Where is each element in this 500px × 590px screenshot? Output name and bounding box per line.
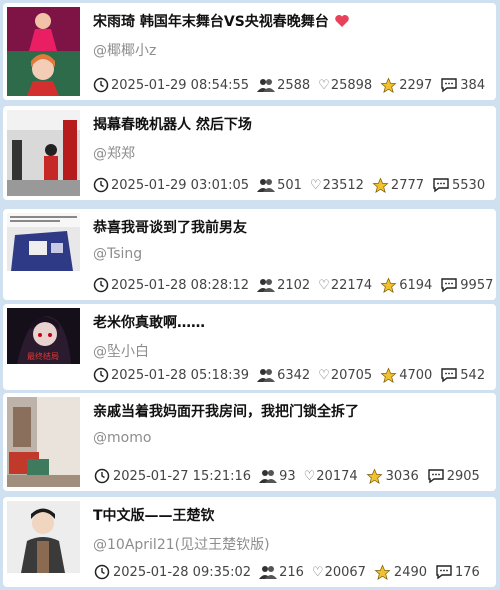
people-icon (257, 366, 276, 384)
heart-icon[interactable]: ♡ (310, 178, 322, 193)
post-date: 2025-01-28 05:18:39 (111, 367, 250, 383)
people-icon (257, 276, 276, 294)
clock-icon (93, 366, 109, 384)
post-meta: 2025-01-27 15:21:16 93 ♡ 20174 3036 2905 (93, 467, 492, 485)
post-author[interactable]: @momo (93, 430, 151, 446)
heart-icon[interactable]: ♡ (318, 278, 330, 293)
comment-icon[interactable] (440, 276, 458, 294)
comment-count: 9957 (460, 277, 494, 293)
heart-icon[interactable]: ♡ (312, 565, 324, 580)
star-count: 6194 (399, 277, 433, 293)
post-date: 2025-01-29 03:01:05 (111, 177, 250, 193)
people-icon (259, 563, 278, 581)
post-meta: 2025-01-28 05:18:39 6342 ♡ 20705 4700 54… (93, 366, 492, 384)
like-count: 20067 (324, 564, 366, 580)
post-card[interactable]: T中文版——王楚钦 @10April21(见过王楚钦版) 2025-01-28 … (3, 497, 496, 587)
heart-badge-icon (334, 14, 350, 32)
view-count: 2102 (277, 277, 311, 293)
view-count: 501 (277, 177, 302, 193)
post-thumbnail[interactable] (7, 110, 80, 196)
post-thumbnail[interactable] (7, 501, 80, 573)
comment-count: 2905 (446, 468, 480, 484)
view-count: 216 (279, 564, 304, 580)
star-count: 2777 (390, 177, 425, 193)
star-count: 4700 (399, 367, 433, 383)
comment-icon[interactable] (435, 563, 453, 581)
post-card[interactable]: 亲戚当着我妈面开我房间，我把门锁全拆了 @momo 2025-01-27 15:… (3, 393, 496, 491)
post-thumbnail[interactable] (7, 7, 80, 96)
star-count: 3036 (385, 468, 419, 484)
post-title[interactable]: 宋雨琦 韩国年末舞台VS央视春晚舞台 (93, 11, 488, 32)
post-date: 2025-01-28 09:35:02 (113, 564, 252, 580)
people-icon (257, 176, 276, 194)
view-count: 93 (279, 468, 296, 484)
post-author[interactable]: @坠小白 (93, 341, 149, 361)
star-icon[interactable] (366, 467, 384, 485)
post-title[interactable]: T中文版——王楚钦 (93, 505, 488, 525)
post-thumbnail[interactable] (7, 397, 80, 487)
star-icon[interactable] (380, 366, 397, 384)
star-icon[interactable] (380, 76, 397, 94)
post-meta: 2025-01-29 08:54:55 2588 ♡ 25898 2297 38… (93, 76, 492, 94)
like-count: 23512 (322, 177, 364, 193)
star-count: 2490 (393, 564, 428, 580)
clock-icon (93, 467, 111, 485)
clock-icon (93, 176, 109, 194)
post-thumbnail[interactable] (7, 213, 80, 271)
star-icon[interactable] (372, 176, 389, 194)
like-count: 20174 (316, 468, 358, 484)
comment-count: 384 (460, 77, 486, 93)
view-count: 2588 (277, 77, 311, 93)
post-title[interactable]: 恭喜我哥谈到了我前男友 (93, 217, 488, 237)
post-meta: 2025-01-29 03:01:05 501 ♡ 23512 2777 553… (93, 176, 492, 194)
comment-count: 542 (460, 367, 486, 383)
post-list: 宋雨琦 韩国年末舞台VS央视春晚舞台 @椰椰小z 2025-01-29 08:5… (0, 0, 500, 590)
comment-count: 176 (455, 564, 480, 580)
post-author[interactable]: @10April21(见过王楚钦版) (93, 534, 270, 554)
post-author[interactable]: @椰椰小z (93, 40, 156, 60)
people-icon (257, 76, 276, 94)
post-date: 2025-01-29 08:54:55 (111, 77, 250, 93)
post-title[interactable]: 老米你真敢啊…… (93, 312, 488, 332)
post-date: 2025-01-28 08:28:12 (111, 277, 250, 293)
post-meta: 2025-01-28 09:35:02 216 ♡ 20067 2490 176 (93, 563, 492, 581)
star-icon[interactable] (374, 563, 392, 581)
post-card[interactable]: 最终结局 老米你真敢啊…… @坠小白 2025-01-28 05:18:39 6… (3, 304, 496, 390)
heart-icon[interactable]: ♡ (318, 368, 330, 383)
comment-count: 5530 (452, 177, 486, 193)
heart-icon[interactable]: ♡ (318, 78, 330, 93)
post-author[interactable]: @郑郑 (93, 143, 135, 163)
like-count: 20705 (330, 367, 373, 383)
post-title[interactable]: 亲戚当着我妈面开我房间，我把门锁全拆了 (93, 401, 488, 421)
thumb-caption: 最终结局 (27, 351, 59, 361)
star-count: 2297 (399, 77, 433, 93)
post-card[interactable]: 宋雨琦 韩国年末舞台VS央视春晚舞台 @椰椰小z 2025-01-29 08:5… (3, 3, 496, 100)
view-count: 6342 (277, 367, 311, 383)
clock-icon (93, 76, 109, 94)
post-author[interactable]: @Tsing (93, 246, 142, 262)
comment-icon[interactable] (427, 467, 445, 485)
comment-icon[interactable] (440, 366, 458, 384)
comment-icon[interactable] (432, 176, 450, 194)
post-title[interactable]: 揭幕春晚机器人 然后下场 (93, 114, 488, 134)
comment-icon[interactable] (440, 76, 458, 94)
clock-icon (93, 276, 109, 294)
heart-icon[interactable]: ♡ (304, 469, 316, 484)
post-card[interactable]: 恭喜我哥谈到了我前男友 @Tsing 2025-01-28 08:28:12 2… (3, 209, 496, 300)
like-count: 25898 (330, 77, 373, 93)
people-icon (259, 467, 278, 485)
like-count: 22174 (330, 277, 373, 293)
post-card[interactable]: 揭幕春晚机器人 然后下场 @郑郑 2025-01-29 03:01:05 501… (3, 106, 496, 200)
post-meta: 2025-01-28 08:28:12 2102 ♡ 22174 6194 99… (93, 276, 494, 294)
post-thumbnail[interactable]: 最终结局 (7, 308, 80, 364)
clock-icon (93, 563, 111, 581)
star-icon[interactable] (380, 276, 397, 294)
post-date: 2025-01-27 15:21:16 (113, 468, 252, 484)
